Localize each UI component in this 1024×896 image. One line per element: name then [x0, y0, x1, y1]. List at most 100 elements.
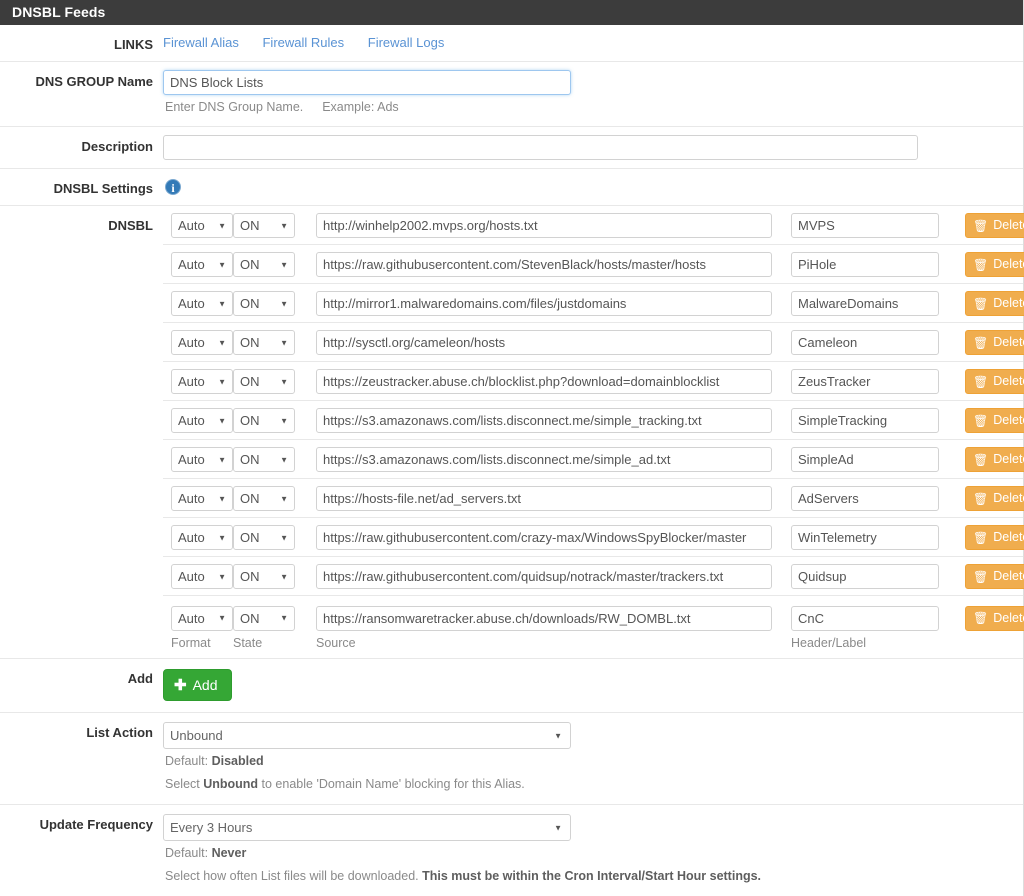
list-action-help-desc: Select Unbound to enable 'Domain Name' b…	[163, 772, 1023, 795]
delete-button[interactable]: 🗑 Delete	[965, 525, 1024, 550]
state-select[interactable]: ON	[233, 486, 295, 511]
info-icon[interactable]: i	[165, 179, 181, 195]
state-select[interactable]: ON	[233, 291, 295, 316]
delete-button[interactable]: 🗑 Delete	[965, 330, 1024, 355]
source-input[interactable]	[316, 564, 772, 589]
link-firewall-alias[interactable]: Firewall Alias	[163, 35, 239, 50]
source-input[interactable]	[316, 291, 772, 316]
update-frequency-select[interactable]: Every 3 Hours	[163, 814, 571, 841]
state-select[interactable]: ON	[233, 564, 295, 589]
header-label-input[interactable]	[791, 369, 939, 394]
delete-button[interactable]: 🗑 Delete	[965, 291, 1024, 316]
panel-body: LINKS Firewall Alias Firewall Rules Fire…	[0, 25, 1024, 896]
list-action-help-b: Unbound	[203, 777, 259, 791]
source-input[interactable]	[316, 408, 772, 433]
delete-button[interactable]: 🗑 Delete	[965, 605, 1024, 631]
link-firewall-rules[interactable]: Firewall Rules	[262, 35, 344, 50]
delete-button[interactable]: 🗑 Delete	[965, 486, 1024, 511]
format-select-wrap: Auto ▼	[171, 564, 233, 589]
list-action-select-wrap: Unbound ▼	[163, 722, 571, 749]
format-select-wrap: Auto ▼	[171, 408, 233, 433]
table-row: Auto ▼ ON ▼	[163, 206, 1024, 245]
header-label-input[interactable]	[791, 525, 939, 550]
update-frequency-help-b: This must be within the Cron Interval/St…	[422, 869, 762, 883]
delete-cell: 🗑 Delete	[949, 369, 1024, 394]
header-label-input[interactable]	[791, 447, 939, 472]
delete-button[interactable]: 🗑 Delete	[965, 564, 1024, 589]
format-select[interactable]: Auto	[171, 213, 233, 238]
format-select[interactable]: Auto	[171, 369, 233, 394]
delete-button[interactable]: 🗑 Delete	[965, 369, 1024, 394]
header-label-input[interactable]	[791, 605, 939, 631]
state-select[interactable]: ON	[233, 408, 295, 433]
source-cell	[316, 447, 791, 472]
update-frequency-help-a: Select how often List files will be down…	[165, 869, 423, 883]
source-cell	[316, 252, 791, 277]
format-cell: Auto ▼	[163, 213, 233, 238]
format-select[interactable]: Auto	[171, 564, 233, 589]
format-select[interactable]: Auto	[171, 605, 233, 631]
dnsbl-row: DNSBL Auto ▼ ON ▼ http://winhelp2002.mvp…	[0, 206, 1024, 659]
source-input[interactable]	[316, 330, 772, 355]
source-input[interactable]	[316, 605, 772, 631]
add-button[interactable]: ✚ Add	[163, 669, 232, 701]
format-select[interactable]: Auto	[171, 408, 233, 433]
table-row: Auto ▼ ON ▼	[163, 518, 1024, 557]
source-cell	[316, 525, 791, 550]
caption-source: Source	[316, 636, 356, 650]
state-select[interactable]: ON	[233, 369, 295, 394]
source-input[interactable]	[316, 369, 772, 394]
header-label-input[interactable]	[791, 486, 939, 511]
source-input[interactable]	[316, 525, 772, 550]
state-select[interactable]: ON	[233, 525, 295, 550]
list-action-help-a: Select	[165, 777, 204, 791]
column-captions: Format State Source Header/Label	[163, 635, 1023, 658]
header-label-input[interactable]	[791, 213, 939, 238]
header-label-input[interactable]	[791, 252, 939, 277]
delete-button[interactable]: 🗑 Delete	[965, 447, 1024, 472]
state-select[interactable]: ON	[233, 447, 295, 472]
format-select-wrap: Auto ▼	[171, 291, 233, 316]
state-select[interactable]: ON	[233, 252, 295, 277]
dnsbl-settings-container: i	[163, 169, 1023, 203]
state-select-wrap: ON ▼	[233, 408, 295, 433]
dns-group-name-input[interactable]	[163, 70, 571, 95]
format-select[interactable]: Auto	[171, 252, 233, 277]
format-select[interactable]: Auto	[171, 525, 233, 550]
caption-delete	[949, 635, 1023, 651]
delete-button-label: Delete	[993, 218, 1024, 232]
source-input[interactable]	[316, 213, 772, 238]
state-select[interactable]: ON	[233, 605, 295, 631]
dns-group-name-container: Enter DNS Group Name. Example: Ads	[163, 62, 1023, 126]
header-label-input[interactable]	[791, 408, 939, 433]
source-input[interactable]	[316, 252, 772, 277]
links-row: LINKS Firewall Alias Firewall Rules Fire…	[0, 25, 1023, 62]
list-action-container: Unbound ▼ Default: Disabled Select Unbou…	[163, 713, 1023, 804]
source-input[interactable]	[316, 447, 772, 472]
delete-button[interactable]: 🗑 Delete	[965, 252, 1024, 277]
format-select[interactable]: Auto	[171, 330, 233, 355]
state-select[interactable]: ON	[233, 213, 295, 238]
delete-button-label: Delete	[993, 296, 1024, 310]
link-firewall-logs[interactable]: Firewall Logs	[368, 35, 445, 50]
delete-button[interactable]: 🗑 Delete	[965, 408, 1024, 433]
delete-button[interactable]: 🗑 Delete	[965, 213, 1024, 238]
format-select[interactable]: Auto	[171, 291, 233, 316]
header-cell	[791, 564, 949, 589]
header-cell	[791, 213, 949, 238]
header-label-input[interactable]	[791, 564, 939, 589]
format-select-wrap: Auto ▼	[171, 605, 233, 631]
description-input[interactable]	[163, 135, 918, 160]
header-label-input[interactable]	[791, 291, 939, 316]
table-row: Auto ▼ ON ▼	[163, 479, 1024, 518]
header-cell	[791, 447, 949, 472]
source-input[interactable]	[316, 486, 772, 511]
list-action-select[interactable]: Unbound	[163, 722, 571, 749]
format-select[interactable]: Auto	[171, 447, 233, 472]
state-select[interactable]: ON	[233, 330, 295, 355]
state-cell: ON ▼	[233, 564, 316, 589]
format-select[interactable]: Auto	[171, 486, 233, 511]
header-label-input[interactable]	[791, 330, 939, 355]
delete-button-label: Delete	[993, 610, 1024, 625]
delete-button-label: Delete	[993, 491, 1024, 505]
